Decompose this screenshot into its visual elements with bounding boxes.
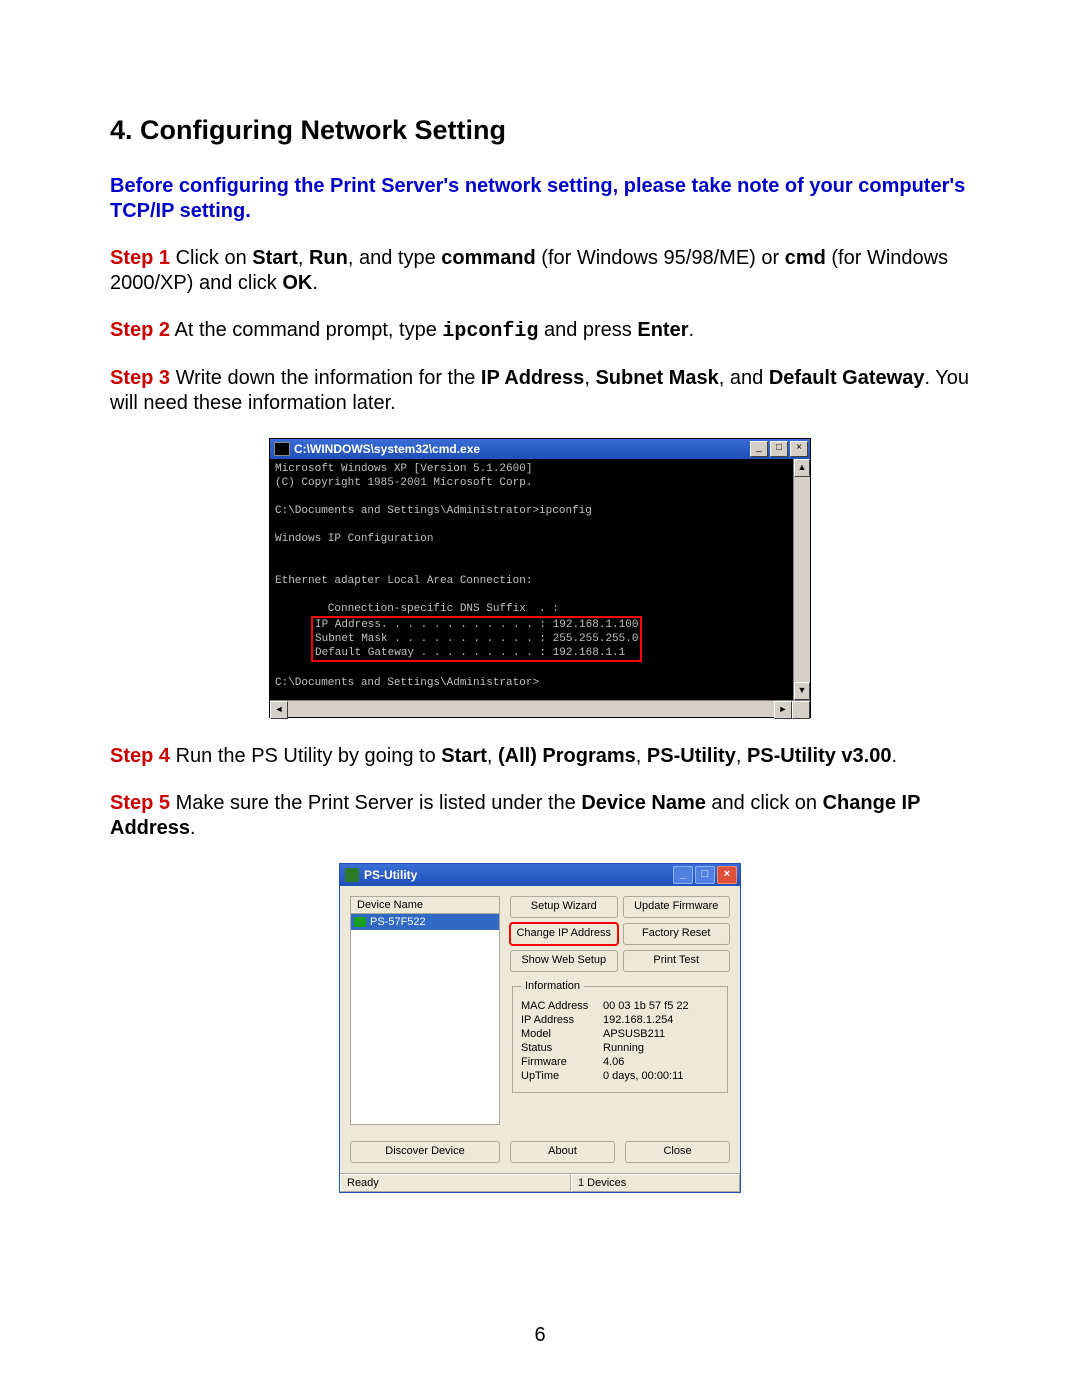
step-1: Step 1 Click on Start, Run, and type com…	[110, 246, 970, 296]
device-name: PS-57F522	[370, 916, 426, 928]
intro-note: Before configuring the Print Server's ne…	[110, 174, 970, 224]
psutility-bottom-buttons: Discover Device About Close	[340, 1135, 740, 1173]
device-list[interactable]: PS-57F522	[350, 913, 500, 1125]
cmd-window-buttons: _ □ ×	[750, 441, 808, 457]
scroll-up-button[interactable]: ▲	[794, 459, 810, 477]
cmd-window: C:\WINDOWS\system32\cmd.exe _ □ × Micros…	[269, 438, 811, 718]
setup-wizard-button[interactable]: Setup Wizard	[510, 896, 618, 918]
cmd-body-wrap: Microsoft Windows XP [Version 5.1.2600] …	[270, 459, 810, 700]
step-label: Step 1	[110, 247, 170, 269]
cmd-icon	[274, 442, 290, 456]
info-row-firmware: Firmware4.06	[521, 1056, 719, 1068]
cmd-output: Microsoft Windows XP [Version 5.1.2600] …	[270, 459, 793, 700]
page-number: 6	[0, 1324, 1080, 1347]
resize-grip[interactable]	[792, 701, 810, 719]
scroll-right-button[interactable]: ►	[774, 701, 792, 719]
information-group: Information MAC Address00 03 1b 57 f5 22…	[512, 980, 728, 1093]
update-firmware-button[interactable]: Update Firmware	[623, 896, 731, 918]
status-device-count: 1 Devices	[571, 1174, 740, 1192]
step-label: Step 3	[110, 367, 170, 389]
step-2: Step 2 At the command prompt, type ipcon…	[110, 318, 970, 344]
device-panel: Device Name PS-57F522	[350, 896, 500, 1125]
step-5: Step 5 Make sure the Print Server is lis…	[110, 791, 970, 841]
section-heading: 4. Configuring Network Setting	[110, 115, 970, 146]
psutility-window-buttons: _ □ ×	[673, 866, 737, 884]
step-3: Step 3 Write down the information for th…	[110, 366, 970, 416]
discover-device-button[interactable]: Discover Device	[350, 1141, 500, 1163]
psutility-title: PS-Utility	[364, 868, 673, 882]
info-row-model: ModelAPSUSB211	[521, 1028, 719, 1040]
step-label: Step 2	[110, 319, 170, 341]
factory-reset-button[interactable]: Factory Reset	[623, 923, 731, 945]
psutility-body: Device Name PS-57F522 Setup Wizard Updat…	[340, 886, 740, 1135]
minimize-button[interactable]: _	[673, 866, 693, 884]
document-page: 4. Configuring Network Setting Before co…	[0, 0, 1080, 1397]
psutility-right-panel: Setup Wizard Update Firmware Change IP A…	[510, 896, 730, 1125]
device-list-header: Device Name	[350, 896, 500, 913]
change-ip-button[interactable]: Change IP Address	[510, 923, 618, 945]
psutility-buttons: Setup Wizard Update Firmware Change IP A…	[510, 896, 730, 972]
step-label: Step 5	[110, 792, 170, 814]
step-4: Step 4 Run the PS Utility by going to St…	[110, 744, 970, 769]
scroll-track[interactable]	[794, 477, 810, 682]
info-row-ip: IP Address192.168.1.254	[521, 1014, 719, 1026]
psutility-titlebar: PS-Utility _ □ ×	[340, 864, 740, 886]
step-label: Step 4	[110, 745, 170, 767]
close-button[interactable]: ×	[717, 866, 737, 884]
device-item[interactable]: PS-57F522	[351, 914, 499, 930]
cmd-vertical-scrollbar[interactable]: ▲ ▼	[793, 459, 810, 700]
maximize-button[interactable]: □	[695, 866, 715, 884]
information-legend: Information	[521, 980, 584, 992]
cmd-horizontal-scrollbar[interactable]: ◄ ►	[270, 700, 810, 717]
status-bar: Ready 1 Devices	[340, 1173, 740, 1192]
info-row-uptime: UpTime0 days, 00:00:11	[521, 1070, 719, 1082]
status-ready: Ready	[340, 1174, 571, 1192]
scroll-track[interactable]	[288, 701, 774, 717]
minimize-button[interactable]: _	[750, 441, 768, 457]
info-row-status: StatusRunning	[521, 1042, 719, 1054]
device-icon	[354, 917, 366, 927]
close-button[interactable]: ×	[790, 441, 808, 457]
about-button[interactable]: About	[510, 1141, 615, 1163]
psutility-window: PS-Utility _ □ × Device Name PS-57F522	[339, 863, 741, 1193]
cmd-titlebar: C:\WINDOWS\system32\cmd.exe _ □ ×	[270, 439, 810, 459]
maximize-button[interactable]: □	[770, 441, 788, 457]
show-web-setup-button[interactable]: Show Web Setup	[510, 950, 618, 972]
info-row-mac: MAC Address00 03 1b 57 f5 22	[521, 1000, 719, 1012]
ipconfig-highlight: IP Address. . . . . . . . . . . . : 192.…	[311, 616, 642, 662]
cmd-title: C:\WINDOWS\system32\cmd.exe	[294, 442, 750, 456]
psutility-icon	[345, 868, 359, 882]
scroll-down-button[interactable]: ▼	[794, 682, 810, 700]
close-app-button[interactable]: Close	[625, 1141, 730, 1163]
print-test-button[interactable]: Print Test	[623, 950, 731, 972]
scroll-left-button[interactable]: ◄	[270, 701, 288, 719]
